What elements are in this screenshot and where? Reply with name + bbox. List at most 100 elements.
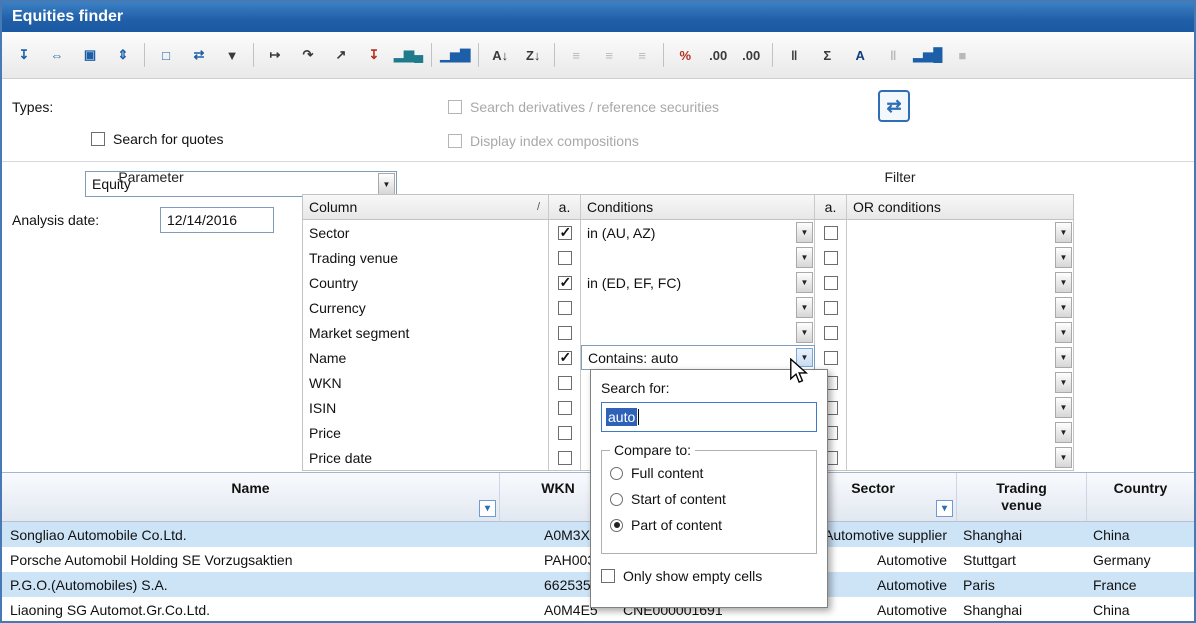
cell-name: Songliao Automobile Co.Ltd. bbox=[2, 527, 500, 543]
column-filter-button[interactable]: ▾ bbox=[936, 500, 953, 517]
goto-parent-icon[interactable]: ↗ bbox=[327, 41, 355, 69]
sort-ascending-icon[interactable]: A↓ bbox=[486, 41, 514, 69]
decrease-decimal-icon[interactable]: .00 bbox=[737, 41, 765, 69]
or-active-checkbox[interactable] bbox=[824, 326, 838, 340]
grid-header-column[interactable]: Column / bbox=[303, 195, 549, 219]
condition-dropdown-button[interactable]: ▼ bbox=[796, 322, 813, 343]
toolbar: ↧ ⇔ ▣ ⇕ □ bbox=[2, 32, 1194, 79]
or-dropdown-button[interactable]: ▼ bbox=[1055, 247, 1072, 268]
cell-name: Liaoning SG Automot.Gr.Co.Ltd. bbox=[2, 602, 500, 618]
only-empty-cells-checkbox[interactable] bbox=[601, 569, 615, 583]
condition-active-checkbox[interactable] bbox=[558, 326, 572, 340]
condition-active-checkbox[interactable] bbox=[558, 251, 572, 265]
condition-active-checkbox[interactable] bbox=[558, 376, 572, 390]
column-chart-icon[interactable]: ▁▅▇ bbox=[439, 41, 471, 69]
condition-active-checkbox[interactable] bbox=[558, 401, 572, 415]
or-active-checkbox[interactable] bbox=[824, 251, 838, 265]
condition-active-checkbox[interactable] bbox=[558, 451, 572, 465]
align-left-icon: ≡ bbox=[562, 41, 590, 69]
separator bbox=[772, 43, 773, 67]
or-dropdown-button[interactable]: ▼ bbox=[1055, 272, 1072, 293]
table-header-trading-venue[interactable]: Trading venue ▾ bbox=[957, 473, 1087, 521]
or-dropdown-button[interactable]: ▼ bbox=[1055, 447, 1072, 468]
separator bbox=[144, 43, 145, 67]
filter-row: Sector in (AU, AZ) ▼ ▼ bbox=[303, 220, 1073, 245]
or-active-checkbox[interactable] bbox=[824, 226, 838, 240]
goto-last-icon[interactable]: ↧ bbox=[360, 41, 388, 69]
sum-icon[interactable]: Σ bbox=[813, 41, 841, 69]
or-active-checkbox[interactable] bbox=[824, 301, 838, 315]
filter-column-name: Price date bbox=[303, 445, 549, 470]
radio-icon[interactable] bbox=[610, 467, 623, 480]
or-dropdown-button[interactable]: ▼ bbox=[1055, 347, 1072, 368]
or-dropdown-button[interactable]: ▼ bbox=[1055, 422, 1072, 443]
condition-active-checkbox[interactable] bbox=[558, 276, 572, 290]
chevron-down-icon[interactable]: ▼ bbox=[378, 173, 395, 195]
search-input[interactable]: auto bbox=[601, 402, 817, 432]
condition-dropdown-button[interactable]: ▼ bbox=[796, 272, 813, 293]
condition-dropdown-button[interactable]: ▼ bbox=[796, 348, 813, 367]
radio-option[interactable]: Start of content bbox=[610, 486, 808, 512]
condition-active-checkbox[interactable] bbox=[558, 426, 572, 440]
radio-icon[interactable] bbox=[610, 519, 623, 532]
derivatives-checkbox bbox=[448, 100, 462, 114]
derivatives-label: Search derivatives / reference securitie… bbox=[470, 99, 719, 115]
text-caret bbox=[638, 409, 639, 425]
zoom-region-icon[interactable]: ▣ bbox=[76, 41, 104, 69]
fit-width-icon[interactable]: ⇔ bbox=[43, 41, 71, 69]
or-dropdown-button[interactable]: ▼ bbox=[1055, 297, 1072, 318]
condition-active-checkbox[interactable] bbox=[558, 226, 572, 240]
or-active-checkbox[interactable] bbox=[824, 276, 838, 290]
separator bbox=[663, 43, 664, 67]
radio-option[interactable]: Full content bbox=[610, 460, 808, 486]
font-icon[interactable]: A bbox=[846, 41, 874, 69]
new-view-icon[interactable]: □ bbox=[152, 41, 180, 69]
condition-dropdown-button[interactable]: ▼ bbox=[796, 222, 813, 243]
search-condition-popup: Search for: auto Compare to: Full conten… bbox=[590, 369, 828, 608]
search-quotes-label: Search for quotes bbox=[113, 131, 224, 147]
analysis-date-label: Analysis date: bbox=[12, 207, 99, 233]
condition-active-checkbox[interactable] bbox=[558, 301, 572, 315]
or-dropdown-button[interactable]: ▼ bbox=[1055, 372, 1072, 393]
separator bbox=[478, 43, 479, 67]
condition-dropdown-button[interactable]: ▼ bbox=[796, 247, 813, 268]
cell-country: China bbox=[1087, 527, 1194, 543]
table-header-name[interactable]: Name ▾ bbox=[2, 473, 500, 521]
fit-height-icon[interactable]: ⇕ bbox=[109, 41, 137, 69]
filter-section-label: Filter bbox=[810, 169, 990, 185]
chart-icon[interactable]: ▂▅█ bbox=[912, 41, 943, 69]
filter-column-name: Sector bbox=[303, 220, 549, 245]
filter-row: Trading venue ▼ ▼ bbox=[303, 245, 1073, 270]
search-for-label: Search for: bbox=[601, 380, 817, 396]
row-format-icon[interactable]: ‖ bbox=[780, 41, 808, 69]
only-empty-cells-label: Only show empty cells bbox=[623, 568, 762, 584]
goto-first-icon[interactable]: ↦ bbox=[261, 41, 289, 69]
or-dropdown-button[interactable]: ▼ bbox=[1055, 397, 1072, 418]
condition-dropdown-button[interactable]: ▼ bbox=[796, 297, 813, 318]
index-checkbox-row: Display index compositions bbox=[448, 133, 639, 149]
sort-descending-icon[interactable]: Z↓ bbox=[519, 41, 547, 69]
condition-active-checkbox[interactable] bbox=[558, 351, 572, 365]
refresh-button[interactable]: ⇄ bbox=[878, 90, 910, 122]
or-active-checkbox[interactable] bbox=[824, 351, 838, 365]
align-right-icon: ≡ bbox=[628, 41, 656, 69]
or-dropdown-button[interactable]: ▼ bbox=[1055, 322, 1072, 343]
or-dropdown-button[interactable]: ▼ bbox=[1055, 222, 1072, 243]
analysis-date-input[interactable]: 12/14/2016 bbox=[160, 207, 274, 233]
filter-icon[interactable]: ▼ bbox=[218, 41, 246, 69]
update-icon[interactable]: ⇄ bbox=[185, 41, 213, 69]
increase-decimal-icon[interactable]: .00 bbox=[704, 41, 732, 69]
percent-icon[interactable]: % bbox=[671, 41, 699, 69]
cell-trading-venue: Shanghai bbox=[957, 602, 1087, 618]
radio-icon[interactable] bbox=[610, 493, 623, 506]
export-icon[interactable]: ↧ bbox=[10, 41, 38, 69]
condition-text: Contains: auto bbox=[588, 350, 678, 366]
search-quotes-checkbox[interactable] bbox=[91, 132, 105, 146]
repeat-icon[interactable]: ↷ bbox=[294, 41, 322, 69]
cell-trading-venue: Paris bbox=[957, 577, 1087, 593]
column-filter-button[interactable]: ▾ bbox=[479, 500, 496, 517]
table-header-country[interactable]: Country ▾ bbox=[1087, 473, 1194, 521]
radio-option[interactable]: Part of content bbox=[610, 512, 808, 538]
column-format-icon[interactable]: ‖ bbox=[879, 41, 907, 69]
row-count-icon[interactable]: ▂▆▄ bbox=[393, 41, 424, 69]
